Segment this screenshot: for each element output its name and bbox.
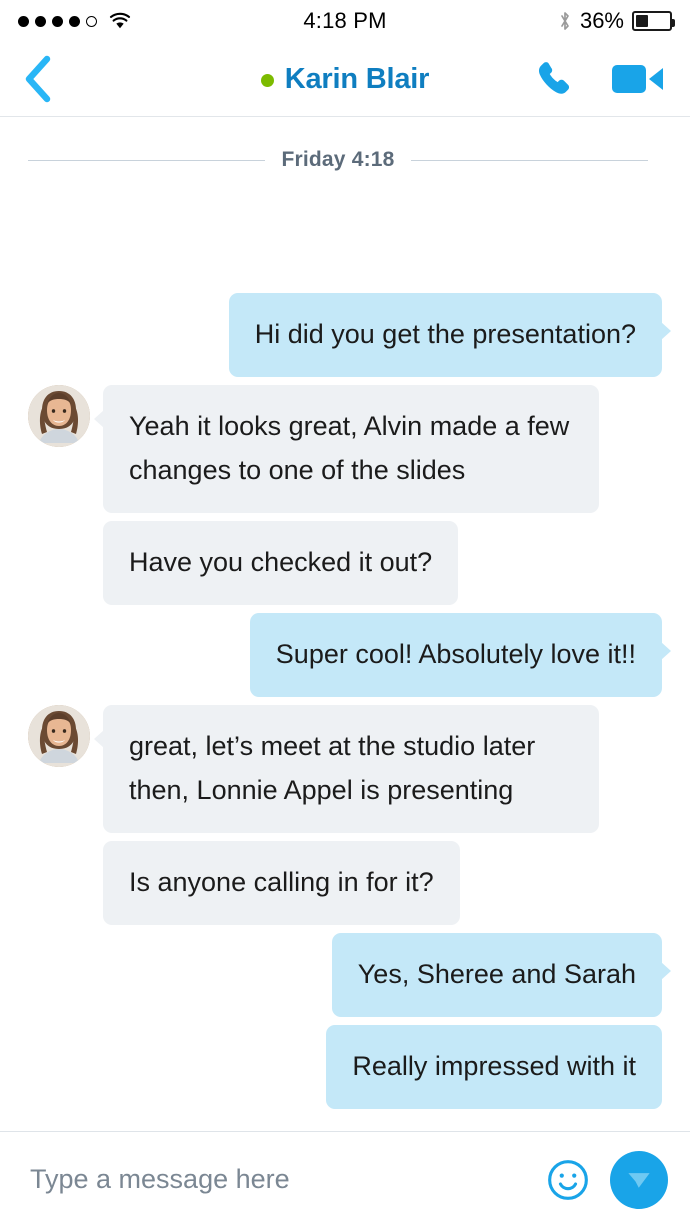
avatar[interactable] [28, 705, 90, 767]
incoming-message-bubble[interactable]: Yeah it looks great, Alvin made a few ch… [94, 385, 599, 513]
message-row: Is anyone calling in for it? [0, 841, 676, 925]
incoming-message-bubble[interactable]: great, let’s meet at the studio later th… [94, 705, 599, 833]
message-row: Hi did you get the presentation? [0, 293, 676, 377]
message-row: Have you checked it out? [0, 521, 676, 605]
chevron-left-icon [25, 55, 51, 103]
video-camera-icon [612, 65, 663, 93]
send-paper-plane-icon [628, 1172, 650, 1188]
send-button[interactable] [610, 1150, 668, 1209]
message-row: Really impressed with it [0, 1025, 676, 1109]
divider-line-left [28, 159, 266, 161]
message-row: Yes, Sheree and Sarah [0, 933, 676, 1017]
contact-name: Karin Blair [284, 63, 430, 95]
incoming-message-bubble[interactable]: Is anyone calling in for it? [103, 841, 460, 925]
avatar-photo [28, 705, 90, 767]
date-divider: Friday 4:18 [28, 148, 648, 172]
chat-screen: 4:18 PM 36% Karin Blair Friday 4:18 Hi d… [0, 0, 690, 1227]
message-composer [0, 1131, 690, 1227]
outgoing-message-bubble[interactable]: Hi did you get the presentation? [228, 293, 672, 377]
outgoing-message-bubble[interactable]: Really impressed with it [326, 1025, 662, 1109]
message-list: Hi did you get the presentation? Yeah it… [0, 293, 676, 1131]
avatar[interactable] [28, 385, 90, 447]
conversation-pane[interactable]: Friday 4:18 Hi did you get the presentat… [0, 117, 690, 1131]
message-input[interactable] [30, 1164, 526, 1195]
video-call-button[interactable] [612, 61, 664, 97]
outgoing-message-bubble[interactable]: Super cool! Absolutely love it!! [249, 613, 672, 697]
avatar-photo [28, 385, 90, 447]
message-row: great, let’s meet at the studio later th… [0, 705, 676, 833]
nav-actions [534, 57, 690, 101]
message-row: Super cool! Absolutely love it!! [0, 613, 676, 697]
date-divider-label: Friday 4:18 [281, 148, 395, 171]
outgoing-message-bubble[interactable]: Yes, Sheree and Sarah [331, 933, 672, 1017]
avatar-slot [28, 385, 103, 447]
smiley-face-icon [548, 1159, 588, 1200]
emoji-picker-button[interactable] [544, 1156, 592, 1204]
back-button[interactable] [0, 42, 76, 117]
divider-line-right [410, 159, 648, 161]
avatar-slot [28, 705, 103, 767]
battery-icon [632, 11, 675, 31]
presence-status-dot [260, 74, 274, 87]
status-bar-clock: 4:18 PM [303, 8, 387, 33]
incoming-message-bubble[interactable]: Have you checked it out? [103, 521, 459, 605]
phone-icon [538, 62, 570, 94]
navigation-bar: Karin Blair [0, 42, 690, 117]
status-bar: 4:18 PM 36% [0, 0, 690, 42]
audio-call-button[interactable] [534, 57, 578, 101]
message-row: Yeah it looks great, Alvin made a few ch… [0, 385, 676, 513]
